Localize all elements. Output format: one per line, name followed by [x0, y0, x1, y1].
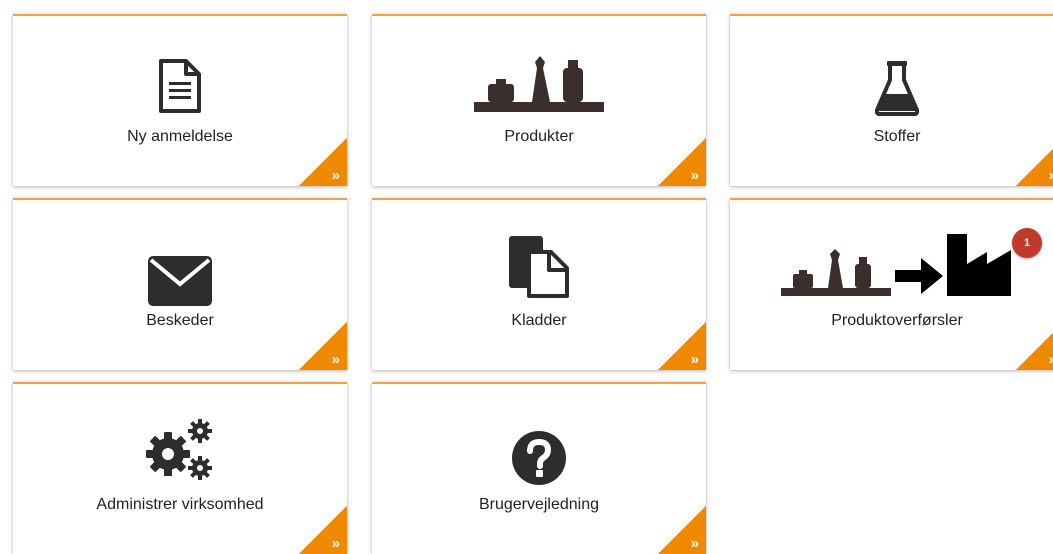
notification-badge: 1	[1012, 228, 1042, 258]
tile-label: Ny anmeldelse	[127, 128, 233, 145]
question-circle-icon	[372, 424, 706, 486]
arrow-corner-icon: »	[658, 322, 706, 370]
tile-label: Administrer virksomhed	[96, 496, 264, 513]
tile-label: Stoffer	[873, 128, 921, 145]
tile-administrer-virksomhed[interactable]: Administrer virksomhed »	[13, 382, 347, 554]
arrow-corner-icon: »	[658, 138, 706, 186]
tile-label: Produkter	[504, 128, 574, 145]
flask-icon	[730, 54, 1053, 116]
tile-ny-anmeldelse[interactable]: Ny anmeldelse »	[13, 14, 347, 186]
arrow-corner-icon: »	[1016, 322, 1053, 370]
tile-label: Produktoverførsler	[831, 312, 963, 329]
tile-stoffer[interactable]: Stoffer »	[730, 14, 1053, 186]
gears-icon	[13, 419, 347, 482]
tile-label: Brugervejledning	[478, 496, 600, 513]
arrow-corner-icon: »	[299, 322, 347, 370]
drafts-icon	[372, 236, 706, 298]
envelope-icon	[13, 244, 347, 306]
tile-label: Kladder	[511, 312, 567, 329]
products-shelf-icon	[372, 52, 706, 114]
tile-label: Beskeder	[146, 312, 214, 329]
tile-kladder[interactable]: Kladder »	[372, 198, 706, 370]
arrow-corner-icon: »	[658, 506, 706, 554]
tile-beskeder[interactable]: Beskeder »	[13, 198, 347, 370]
arrow-corner-icon: »	[299, 506, 347, 554]
tile-produkter[interactable]: Produkter »	[372, 14, 706, 186]
document-icon	[13, 52, 347, 114]
tile-brugervejledning[interactable]: Brugervejledning »	[372, 382, 706, 554]
tile-produktoverforsler[interactable]: 1 Produktoverførsler »	[730, 198, 1053, 370]
arrow-corner-icon: »	[299, 138, 347, 186]
arrow-corner-icon: »	[1016, 138, 1053, 186]
product-transfer-icon	[730, 234, 1053, 298]
